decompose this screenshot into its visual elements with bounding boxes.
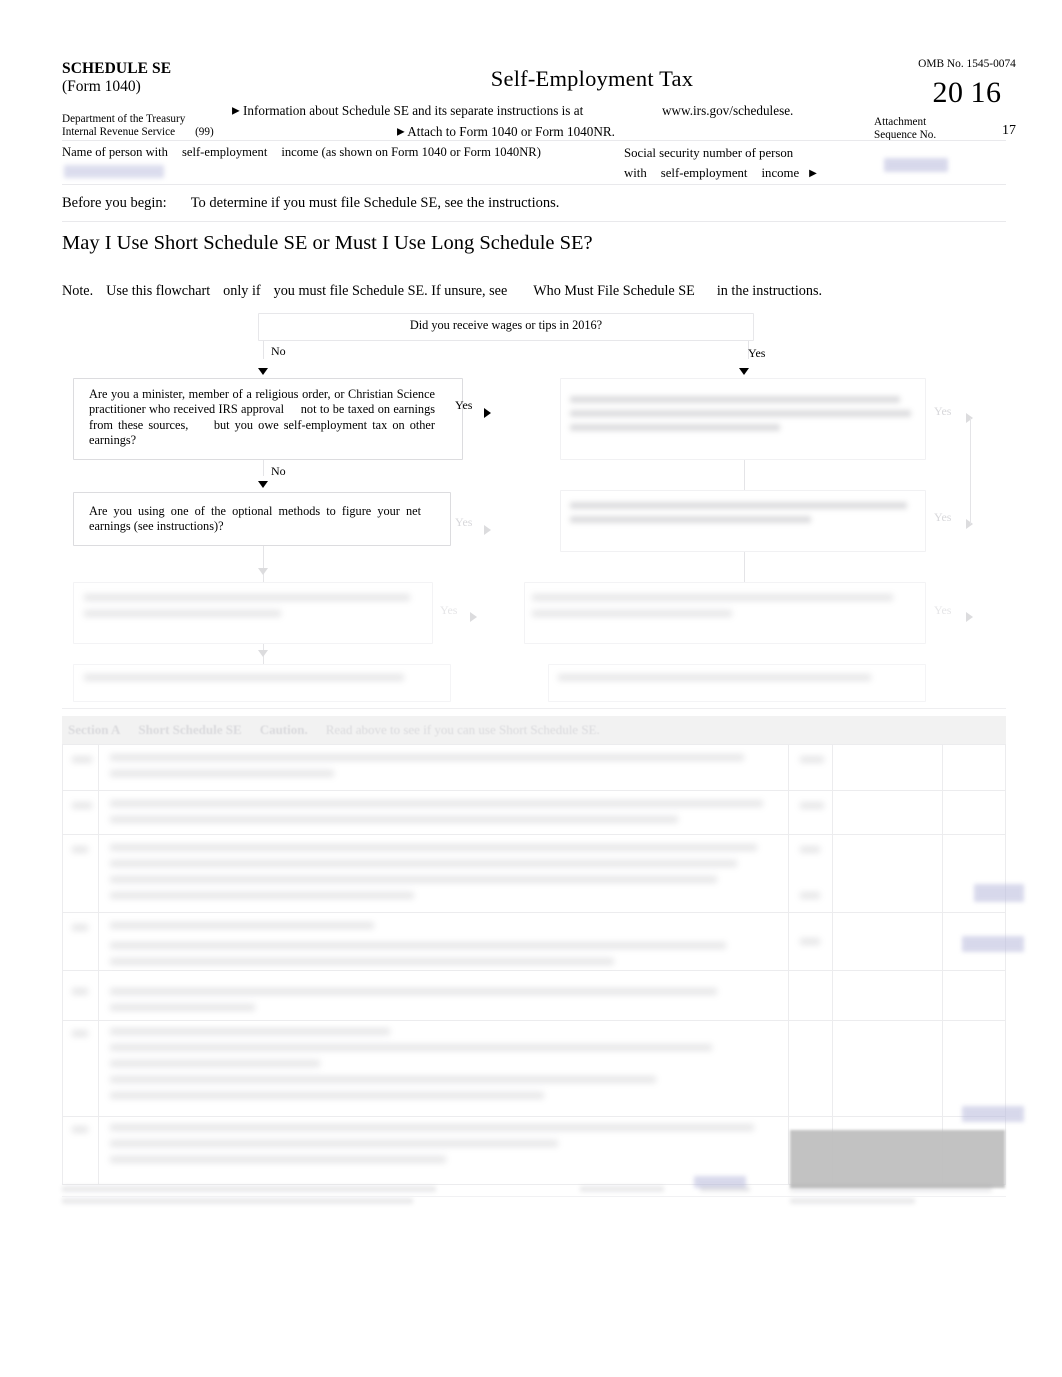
footer-right [790,1186,1005,1210]
footer-left [62,1186,452,1210]
arrow-down-icon-2 [739,368,749,375]
flow-label-no-minister: No [271,464,286,478]
form-line-6-text [110,1124,810,1172]
form-col-linenum [98,744,99,1184]
arrow-right-icon-flow-6 [470,612,477,622]
arrow-down-icon-1 [258,368,268,375]
flow-box-right-3-text [532,594,916,626]
form-line-2-text [110,844,770,908]
flow-box-right-1-text [570,396,914,438]
form-rule-1 [62,790,1006,791]
section-a-instruction: Read above to see if you can use Short S… [325,722,600,737]
form-rule-3 [62,912,1006,913]
flow-box-right-2-text [570,502,914,530]
form-rule-6 [62,1116,1006,1117]
form-rule-0 [62,744,1006,745]
form-rule-5 [62,1020,1006,1021]
connector-right-2 [744,552,745,582]
optional-seg-0: Are you using one of the optional method… [89,504,421,518]
flow-optional-text: Are you using one of the optional method… [89,504,421,535]
arrow-right-icon-flow-5 [966,612,973,622]
form-line-4b-text [110,988,770,1020]
flow-label-yes-right-3: Yes [934,603,952,617]
arrow-down-icon-5 [258,650,268,657]
footer-rule [62,1196,1006,1197]
flow-box-right-4-text [558,674,914,690]
form-linenum-1b [72,802,92,818]
connector-left-down-1 [263,546,264,582]
amount-num-2 [800,846,820,862]
arrow-down-icon-3 [258,481,268,488]
flow-label-yes-right-1: Yes [934,404,952,418]
connector-minister-down [263,460,264,476]
flow-box-left-3-text [84,594,424,626]
minister-seg-0: Are you a minister, member of a religiou… [89,387,394,401]
form-line-5-text [110,1028,810,1108]
arrow-right-icon-flow-2 [484,525,491,535]
form-line-1b-text [110,800,770,832]
form-col-dollars [942,744,943,1184]
optional-seg-1: earnings (see instructions)? [89,519,224,534]
flow-top-question-text: Did you receive wages or tips in 2016? [409,318,603,332]
form-col-left [62,744,63,1184]
flow-label-yes-minister: Yes [455,398,473,412]
amount-num-4 [800,938,820,954]
amount-value-redacted-2[interactable] [962,936,1024,952]
form-line-1a-text [110,754,770,786]
section-a-caution-label: Caution. [259,722,308,737]
flow-label-no-top: No [271,344,286,358]
arrow-down-icon-4 [258,568,268,575]
arrow-right-icon-flow-1 [484,408,491,418]
form-linenum-2 [72,846,88,862]
flow-label-yes-top: Yes [748,346,766,360]
form-linenum-5 [72,1030,88,1046]
flow-label-yes-right-2: Yes [934,510,952,524]
form-linenum-6 [72,1126,88,1142]
amount-num-1a [800,756,824,772]
form-linenum-1a [72,756,92,772]
form-linenum-3 [72,924,88,940]
section-a-form: Section A Short Schedule SE Caution. Read a… [62,716,1024,1188]
minister-seg-2: not to be taxed [300,402,375,417]
amount-value-redacted-3[interactable] [962,1106,1024,1122]
amount-value-redacted-1[interactable] [974,884,1024,902]
section-a-label: Section A [68,722,121,737]
section-a-title: Short Schedule SE [138,722,242,737]
flow-label-yes-left-3: Yes [440,603,458,617]
connector-right-1 [744,460,745,490]
connector-top-left [263,341,264,359]
shaded-block [790,1130,1005,1188]
section-a-heading: Section A Short Schedule SE Caution. Read a… [68,722,600,738]
form-rule-2 [62,834,1006,835]
flow-box-left-4-text [84,674,440,690]
flowchart-bottom-rule [62,708,1006,709]
connector-right-rail [970,418,971,524]
minister-seg-4: but you owe self-employment [213,417,368,432]
amount-num-3 [800,892,820,908]
form-line-3-text [110,922,770,938]
form-line-4-text [110,942,810,974]
form-col-amount-num [832,744,833,1184]
flow-label-yes-optional: Yes [455,515,473,529]
amount-num-1b [800,802,824,818]
form-linenum-4 [72,988,88,1004]
flow-minister-text: Are you a minister, member of a religiou… [89,387,435,448]
schedule-se-page: SCHEDULE SE (Form 1040) Department of th… [0,0,1062,1377]
